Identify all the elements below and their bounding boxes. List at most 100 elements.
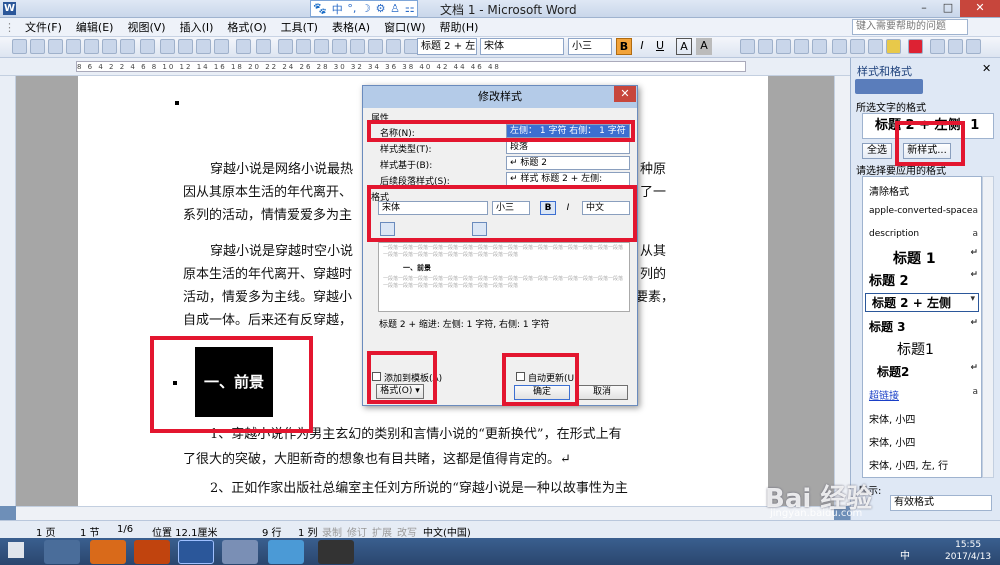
ime-grid-icon[interactable]: ⚏: [405, 2, 415, 15]
menu-file[interactable]: 文件(F): [18, 19, 69, 35]
menu-edit[interactable]: 编辑(E): [69, 19, 121, 35]
ime-moon-icon[interactable]: ☽: [361, 2, 371, 15]
pane-close-icon[interactable]: ✕: [982, 62, 991, 75]
next-style-select[interactable]: ↵ 样式 标题 2 + 左侧:: [506, 172, 630, 186]
status-rec[interactable]: 录制: [322, 524, 342, 539]
style-item[interactable]: 标题 1 ↵: [869, 248, 981, 268]
close-button[interactable]: ✕: [960, 0, 1000, 17]
ruler-scale[interactable]: 8 6 4 2 2 4 6 8 10 12 14 16 18 20 22 24 …: [76, 61, 746, 72]
style-item[interactable]: 标题 3 ↵: [869, 318, 981, 335]
taskbar-clock[interactable]: 15:55 2017/4/13: [945, 539, 991, 563]
font-combo[interactable]: 宋体: [480, 38, 564, 55]
spelling-icon[interactable]: [120, 39, 135, 54]
bold-button[interactable]: B: [616, 38, 632, 55]
style-item[interactable]: 标题 2 ↵: [869, 270, 981, 289]
status-ext[interactable]: 扩展: [372, 524, 392, 539]
start-icon[interactable]: [8, 542, 24, 558]
char-shading-button[interactable]: A: [696, 38, 712, 55]
para2-line3-end[interactable]: 要素，: [635, 286, 680, 309]
para1-line1-end[interactable]: 种原: [640, 158, 680, 181]
ime-lang-toggle[interactable]: 中: [332, 1, 343, 17]
style-item[interactable]: description a: [869, 229, 981, 239]
para4-line1[interactable]: 2、正如作家出版社总编室主任刘方所说的“穿越小说是一种以故事性为主: [210, 477, 670, 500]
style-item[interactable]: 标题2 ↵: [869, 363, 981, 380]
para1-line1[interactable]: 穿越小说是网络小说最热: [210, 158, 365, 181]
style-item[interactable]: 标题1: [869, 339, 981, 359]
taskbar-photo-icon[interactable]: [318, 540, 354, 564]
print-preview-icon[interactable]: [102, 39, 117, 54]
hyperlink-icon[interactable]: [278, 39, 293, 54]
word-app-icon[interactable]: W: [3, 2, 16, 15]
para1-line2-end[interactable]: 了一: [640, 181, 680, 204]
minimize-button[interactable]: –: [912, 0, 936, 17]
save-icon[interactable]: [48, 39, 63, 54]
menu-help[interactable]: 帮助(H): [433, 19, 486, 35]
align-left-icon[interactable]: [740, 39, 755, 54]
para2-line1-end[interactable]: 从其: [640, 240, 680, 263]
show-combo[interactable]: 有效格式: [890, 495, 992, 511]
ime-paw-icon[interactable]: 🐾: [313, 2, 327, 15]
format-painter-icon[interactable]: [214, 39, 229, 54]
para2-line4[interactable]: 自成一体。后来还有反穿越，: [183, 309, 363, 332]
style-combo[interactable]: 标题 2 + 左: [417, 38, 477, 55]
menu-format[interactable]: 格式(O): [220, 19, 273, 35]
para3-line2[interactable]: 了很大的突破，大胆新奇的想象也有目共睹，这都是值得肯定的。↵: [183, 448, 673, 471]
cancel-button[interactable]: 取消: [576, 385, 628, 400]
ime-toolbar[interactable]: 🐾 中 °, ☽ ⚙ ♙ ⚏: [310, 0, 418, 17]
style-item[interactable]: 宋体, 小四, 左, 行: [869, 457, 981, 472]
pane-nav-buttons[interactable]: [855, 79, 923, 94]
ime-gear-icon[interactable]: ⚙: [376, 2, 386, 15]
columns-icon[interactable]: [350, 39, 365, 54]
taskbar-browser-icon[interactable]: [90, 540, 126, 564]
menu-window[interactable]: 窗口(W): [377, 19, 432, 35]
taskbar-app-icon[interactable]: [268, 540, 304, 564]
decrease-indent-icon[interactable]: [930, 39, 945, 54]
select-all-button[interactable]: 全选: [862, 143, 892, 159]
dialog-title[interactable]: 修改样式: [363, 86, 637, 108]
insert-excel-icon[interactable]: [332, 39, 347, 54]
style-list[interactable]: 清除格式 apple-converted-space a description a…: [862, 176, 982, 478]
align-center-icon[interactable]: [758, 39, 773, 54]
font-color-icon[interactable]: [908, 39, 923, 54]
taskbar-word-icon[interactable]: [178, 540, 214, 564]
line-spacing-icon[interactable]: [832, 39, 847, 54]
based-on-select[interactable]: ↵ 标题 2: [506, 156, 630, 170]
style-item[interactable]: 超链接 a: [869, 387, 981, 402]
cut-icon[interactable]: [160, 39, 175, 54]
menu-view[interactable]: 视图(V): [120, 19, 172, 35]
para2-line2[interactable]: 原本生活的年代离开、穿越时: [183, 263, 363, 286]
distribute-icon[interactable]: [812, 39, 827, 54]
underline-button[interactable]: U: [652, 38, 668, 55]
document-scrollbar[interactable]: [834, 76, 850, 506]
horizontal-scrollbar[interactable]: [16, 506, 834, 520]
style-item-selected[interactable]: 标题 2 + 左侧 ▾: [865, 293, 979, 312]
taskbar-ime[interactable]: 中: [900, 547, 910, 562]
horizontal-ruler[interactable]: 8 6 4 2 2 4 6 8 10 12 14 16 18 20 22 24 …: [0, 58, 850, 76]
redo-icon[interactable]: [256, 39, 271, 54]
para2-line3[interactable]: 活动，情爱多为主线。穿越小: [183, 286, 363, 309]
dialog-close-button[interactable]: ✕: [614, 86, 636, 102]
style-item[interactable]: 清除格式: [869, 183, 981, 198]
paste-icon[interactable]: [196, 39, 211, 54]
doc-map-icon[interactable]: [386, 39, 401, 54]
taskbar-home-icon[interactable]: [44, 540, 80, 564]
insert-table-icon[interactable]: [314, 39, 329, 54]
vertical-ruler[interactable]: [0, 76, 16, 506]
permission-icon[interactable]: [66, 39, 81, 54]
ime-punct-icon[interactable]: °,: [347, 2, 356, 15]
para1-line3[interactable]: 系列的活动，情情爱爱多为主: [183, 204, 363, 227]
menu-table[interactable]: 表格(A): [325, 19, 377, 35]
style-type-select[interactable]: 段落: [506, 140, 630, 154]
style-item[interactable]: 宋体, 小四: [869, 434, 981, 449]
increase-indent-icon[interactable]: [948, 39, 963, 54]
status-ovr[interactable]: 改写: [397, 524, 417, 539]
char-border-button[interactable]: A: [676, 38, 692, 55]
style-list-scrollbar[interactable]: [982, 176, 994, 478]
taskbar-ppt-icon[interactable]: [134, 540, 170, 564]
highlight-icon[interactable]: [886, 39, 901, 54]
align-right-icon[interactable]: [776, 39, 791, 54]
status-trk[interactable]: 修订: [347, 524, 367, 539]
tables-borders-icon[interactable]: [296, 39, 311, 54]
para1-line2[interactable]: 因从其原本生活的年代离开、: [183, 181, 363, 204]
ime-user-icon[interactable]: ♙: [390, 2, 400, 15]
